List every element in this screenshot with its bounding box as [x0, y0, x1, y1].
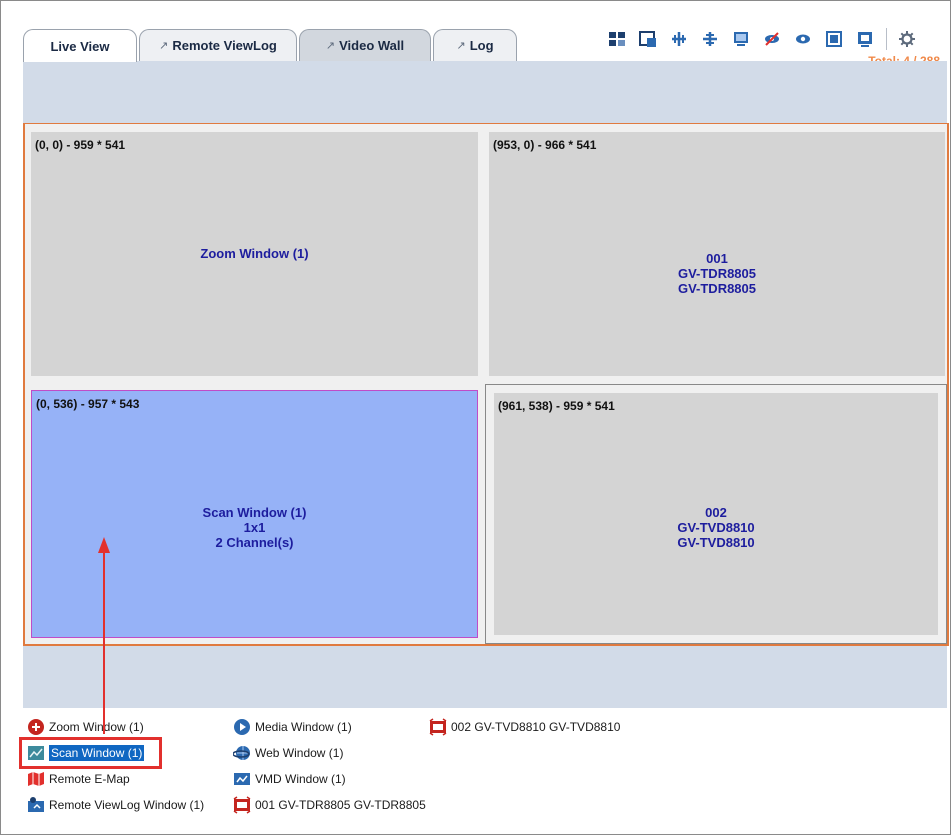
camera-device-icon [429, 718, 447, 736]
tab-log[interactable]: ↗ Log [433, 29, 517, 61]
toolbar-separator [886, 28, 887, 50]
annotation-highlight-box [19, 737, 162, 769]
split-vertical-icon[interactable] [667, 28, 691, 50]
camera-device-icon [233, 796, 251, 814]
list-item-media-window[interactable]: Media Window (1) [233, 717, 352, 737]
video-wall-panel: Live View ↗ Remote ViewLog ↗ Video Wall … [0, 0, 951, 835]
monitor-icon[interactable] [729, 28, 753, 50]
wall-screen-1[interactable]: (0, 0) - 959 * 541 Zoom Window (1) [31, 132, 478, 376]
screen-label-line: GV-TDR8805 [677, 281, 757, 296]
list-item-label: 002 GV-TVD8810 GV-TVD8810 [451, 720, 621, 734]
tab-label: Video Wall [339, 38, 405, 53]
list-item-label: Web Window (1) [255, 746, 344, 760]
screen-label-line: 1x1 [243, 520, 266, 535]
emap-icon [27, 770, 45, 788]
display-icon[interactable] [853, 28, 877, 50]
screen-label-line: GV-TVD8810 [677, 520, 755, 535]
vmd-icon [233, 770, 251, 788]
list-item-remote-viewlog[interactable]: Remote ViewLog Window (1) [27, 795, 204, 815]
screen-label: Zoom Window (1) [31, 246, 478, 261]
screen-coordinates: (0, 536) - 957 * 543 [36, 397, 140, 411]
list-item-label: 001 GV-TDR8805 GV-TDR8805 [255, 798, 426, 812]
tab-remote-viewlog[interactable]: ↗ Remote ViewLog [139, 29, 297, 61]
tab-label: Remote ViewLog [172, 38, 277, 53]
tab-label: Live View [50, 38, 110, 54]
screen-coordinates: (953, 0) - 966 * 541 [493, 138, 597, 152]
list-item-device-001[interactable]: 001 GV-TDR8805 GV-TDR8805 [233, 795, 426, 815]
wall-screen-2[interactable]: (953, 0) - 966 * 541 001 GV-TDR8805 GV-T… [489, 132, 945, 376]
screen-label-line: GV-TDR8805 [677, 266, 757, 281]
list-item-web-window[interactable]: Web Window (1) [233, 743, 343, 763]
tab-label: Log [469, 38, 494, 53]
list-item-remote-emap[interactable]: Remote E-Map [27, 769, 130, 789]
list-item-label: Zoom Window (1) [49, 720, 144, 734]
screen-label: 002 GV-TVD8810 GV-TVD8810 [494, 505, 938, 550]
wall-screen-3[interactable]: (0, 536) - 957 * 543 Scan Window (1) 1x1… [31, 390, 478, 638]
show-icon[interactable] [791, 28, 815, 50]
screen-label-line: Scan Window (1) [202, 505, 307, 520]
screen-coordinates: (0, 0) - 959 * 541 [35, 138, 126, 152]
window-icon[interactable] [636, 28, 660, 50]
screen-icon[interactable] [822, 28, 846, 50]
toolbar [605, 27, 926, 51]
web-icon [233, 744, 251, 762]
settings-icon[interactable] [895, 28, 919, 50]
screen-label: Scan Window (1) 1x1 2 Channel(s) [32, 505, 477, 550]
media-icon [233, 718, 251, 736]
screen-label-line: Zoom Window (1) [200, 246, 309, 261]
zoom-window-icon [27, 718, 45, 736]
external-link-icon: ↗ [159, 40, 169, 52]
video-wall-grid: (0, 0) - 959 * 541 Zoom Window (1) (953,… [23, 123, 949, 646]
screen-label-line: 2 Channel(s) [215, 535, 294, 550]
screen-label-line: 001 [706, 251, 728, 266]
screen-label-line: GV-TVD8810 [677, 535, 755, 550]
wall-screen-4[interactable]: (961, 538) - 959 * 541 002 GV-TVD8810 GV… [494, 393, 938, 635]
screen-coordinates: (961, 538) - 959 * 541 [498, 399, 615, 413]
wall-bottom-band [23, 646, 947, 708]
screen-label-line: 002 [705, 505, 727, 520]
list-item-label: Media Window (1) [255, 720, 352, 734]
wall-top-band [23, 61, 947, 123]
list-item-label: Remote E-Map [49, 772, 130, 786]
list-item-device-002[interactable]: 002 GV-TVD8810 GV-TVD8810 [429, 717, 620, 737]
hide-icon[interactable] [760, 28, 784, 50]
list-item-label: Remote ViewLog Window (1) [49, 798, 205, 812]
layout-grid-icon[interactable] [605, 28, 629, 50]
viewlog-icon [27, 796, 45, 814]
list-item-label: VMD Window (1) [255, 772, 346, 786]
split-horizontal-icon[interactable] [698, 28, 722, 50]
tab-bar: Live View ↗ Remote ViewLog ↗ Video Wall … [23, 29, 623, 62]
external-link-icon: ↗ [325, 40, 336, 52]
list-item-vmd-window[interactable]: VMD Window (1) [233, 769, 346, 789]
tab-video-wall[interactable]: ↗ Video Wall [299, 29, 431, 61]
external-link-icon: ↗ [456, 40, 466, 52]
screen-label: 001 GV-TDR8805 GV-TDR8805 [489, 251, 945, 296]
tab-live-view[interactable]: Live View [23, 29, 137, 62]
list-item-zoom-window[interactable]: Zoom Window (1) [27, 717, 144, 737]
wall-screen-4-frame: (961, 538) - 959 * 541 002 GV-TVD8810 GV… [485, 384, 947, 644]
